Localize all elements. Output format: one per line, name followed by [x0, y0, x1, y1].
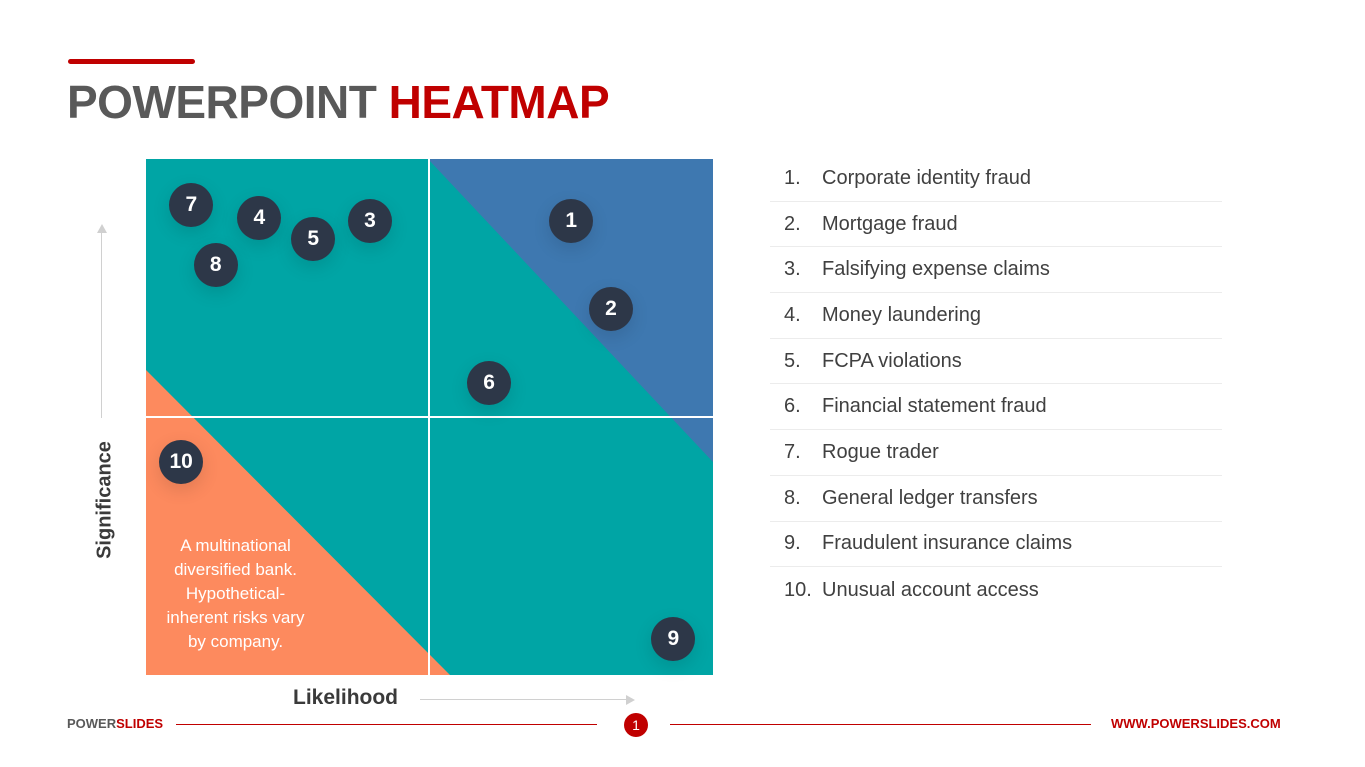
legend-item: 7. Rogue trader: [770, 430, 1222, 476]
legend-item: 10. Unusual account access: [770, 567, 1222, 613]
legend-text: Fraudulent insurance claims: [822, 532, 1073, 555]
footer-url-link[interactable]: WWW.POWERSLIDES.COM: [1111, 716, 1281, 731]
title-part2: HEATMAP: [388, 76, 610, 128]
legend-text: Unusual account access: [822, 578, 1039, 601]
legend-item: 8. General ledger transfers: [770, 476, 1222, 522]
risk-marker-5: 5: [291, 216, 336, 261]
annotation-line: A multinational: [180, 536, 291, 555]
footer-brand-part2: SLIDES: [116, 716, 164, 731]
risk-marker-10: 10: [159, 439, 204, 484]
legend-item: 5. FCPA violations: [770, 339, 1222, 385]
legend-text: Corporate identity fraud: [822, 166, 1032, 189]
y-axis-arrow-head: [97, 224, 107, 233]
legend-number: 5.: [784, 349, 801, 372]
legend-item: 9. Fraudulent insurance claims: [770, 522, 1222, 568]
page-number-badge: 1: [624, 713, 648, 737]
legend-number: 7.: [784, 440, 801, 463]
legend-item: 1. Corporate identity fraud: [770, 156, 1222, 202]
risk-marker-3: 3: [347, 198, 392, 243]
legend-number: 4.: [784, 303, 801, 326]
legend-item: 4. Money laundering: [770, 293, 1222, 339]
legend-text: General ledger transfers: [822, 486, 1038, 509]
annotation-line: inherent risks vary: [166, 608, 305, 627]
x-axis-label: Likelihood: [293, 686, 398, 709]
page-title: POWERPOINT HEATMAP: [67, 76, 610, 128]
annotation-line: diversified bank.: [174, 560, 297, 579]
chart-annotation: A multinational diversified bank. Hypoth…: [146, 534, 325, 654]
risk-marker-1: 1: [549, 198, 594, 243]
title-part1: POWERPOINT: [67, 76, 377, 128]
title-accent-bar: [68, 59, 195, 64]
risk-legend-list: 1. Corporate identity fraud 2. Mortgage fr…: [770, 156, 1222, 613]
annotation-line: by company.: [187, 632, 284, 651]
annotation-line: Hypothetical-: [185, 584, 286, 603]
legend-text: Money laundering: [822, 303, 981, 326]
legend-number: 10.: [784, 578, 812, 601]
legend-item: 2. Mortgage fraud: [770, 202, 1222, 248]
legend-number: 3.: [784, 258, 801, 281]
legend-item: 6. Financial statement fraud: [770, 384, 1222, 431]
legend-number: 8.: [784, 486, 801, 509]
footer-divider-left: [176, 724, 597, 725]
legend-item: 3. Falsifying expense claims: [770, 247, 1222, 294]
footer-divider-right: [670, 724, 1091, 725]
legend-number: 1.: [784, 166, 801, 189]
footer-brand-part1: POWER: [67, 716, 117, 731]
risk-marker-8: 8: [193, 242, 238, 287]
legend-text: FCPA violations: [822, 349, 962, 372]
legend-text: Financial statement fraud: [822, 395, 1047, 418]
legend-text: Mortgage fraud: [822, 212, 958, 235]
legend-number: 2.: [784, 212, 801, 235]
x-axis-arrow-head: [626, 695, 635, 705]
legend-number: 9.: [784, 532, 801, 555]
y-axis-label: Significance: [93, 441, 116, 559]
legend-text: Rogue trader: [822, 440, 939, 463]
legend-number: 6.: [784, 395, 801, 418]
x-axis-arrow-line: [420, 699, 626, 700]
legend-text: Falsifying expense claims: [822, 258, 1050, 281]
heatmap-chart: A multinational diversified bank. Hypoth…: [146, 159, 713, 675]
risk-marker-2: 2: [588, 286, 633, 331]
footer-brand-logo: POWERSLIDES: [67, 716, 163, 731]
y-axis-arrow-line: [101, 232, 102, 418]
risk-marker-9: 9: [651, 616, 696, 661]
